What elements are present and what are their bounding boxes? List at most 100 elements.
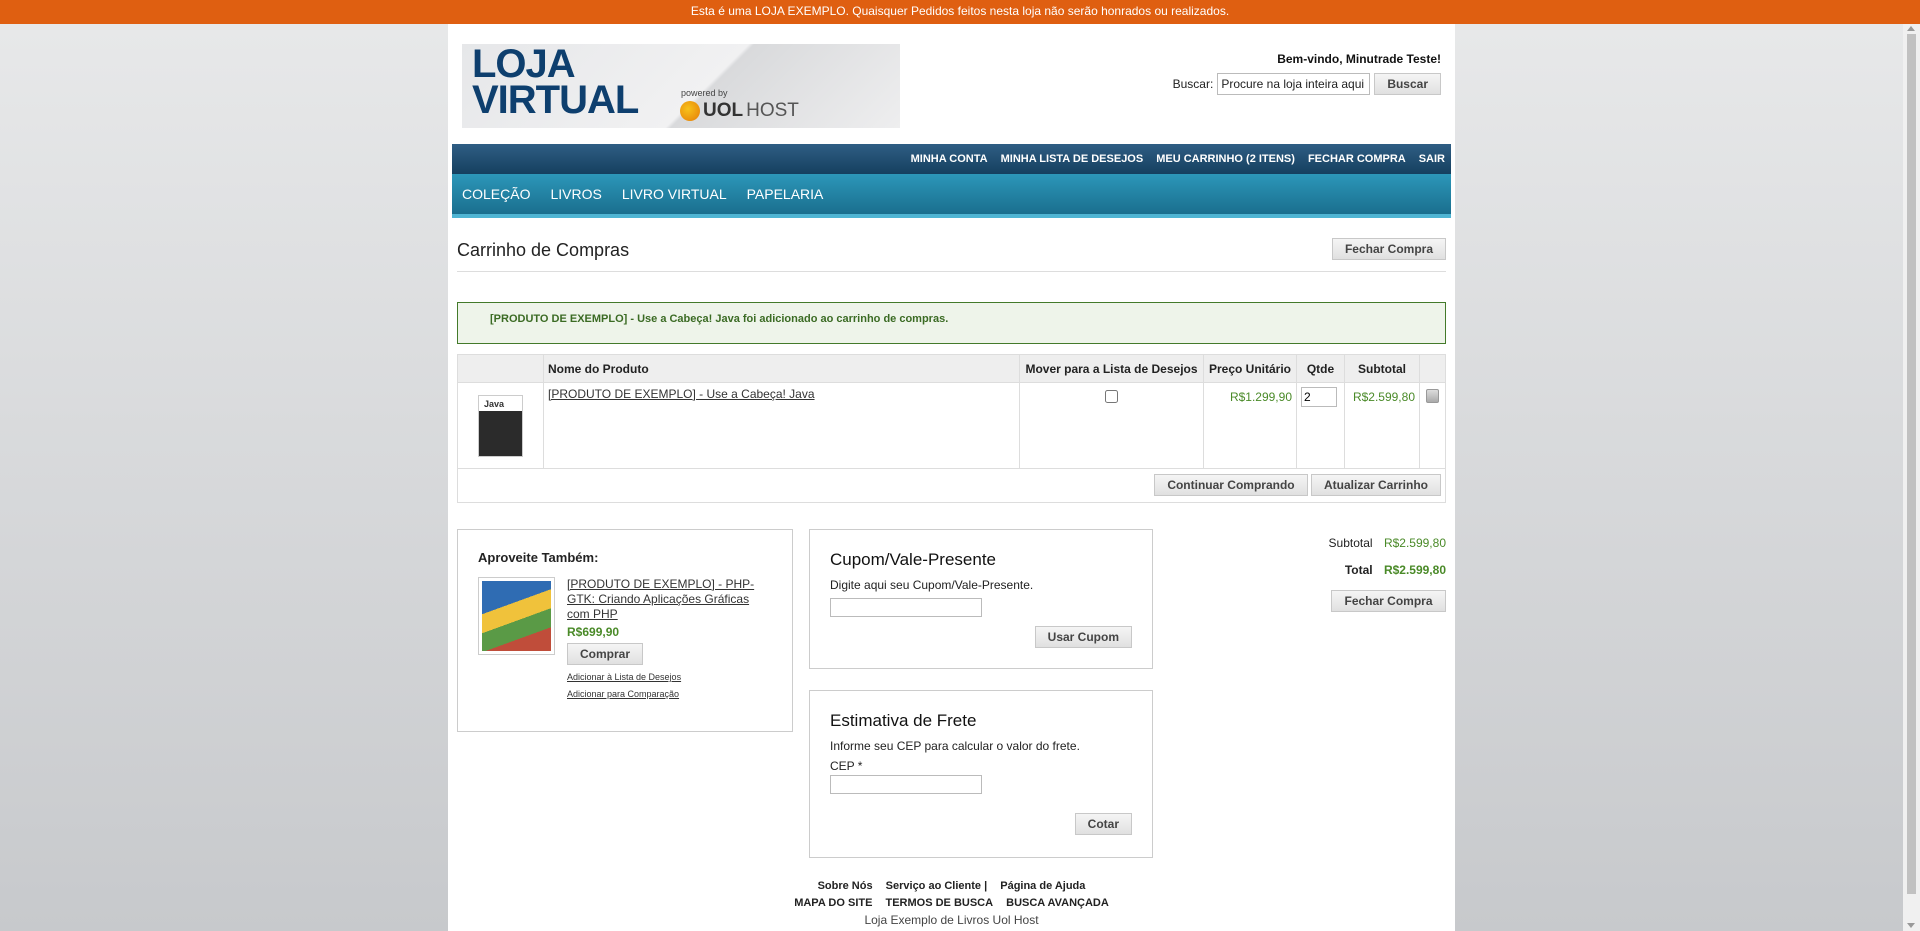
cross-sell-box: Aproveite Também: [PRODUTO DE EXEMPLO] -… (457, 529, 793, 732)
nav-livros[interactable]: LIVROS (550, 186, 601, 202)
header: LOJA VIRTUAL powered by UOL HOST Bem-vin… (448, 24, 1455, 144)
cep-input[interactable] (830, 775, 982, 794)
page-scrollbar[interactable] (1903, 24, 1920, 931)
category-nav: COLEÇÃO LIVROS LIVRO VIRTUAL PAPELARIA (452, 174, 1451, 218)
item-thumbnail-cell: Java (457, 382, 544, 469)
demo-store-notice: Esta é uma LOJA EXEMPLO. Quaisquer Pedid… (0, 0, 1920, 24)
footer-about[interactable]: Sobre Nós (818, 880, 873, 892)
cross-sell-title: Aproveite Também: (478, 550, 599, 565)
unit-price: R$1.299,90 (1203, 382, 1297, 469)
coupon-text: Digite aqui seu Cupom/Vale-Presente. (830, 578, 1034, 592)
nav-my-account[interactable]: MINHA CONTA (911, 153, 988, 165)
coupon-box: Cupom/Vale-Presente Digite aqui seu Cupo… (809, 529, 1153, 669)
welcome-message: Bem-vindo, Minutrade Teste! (1277, 52, 1441, 66)
shipping-title: Estimativa de Frete (830, 711, 977, 730)
nav-livro-virtual[interactable]: LIVRO VIRTUAL (622, 186, 727, 202)
shipping-estimate-box: Estimativa de Frete Informe seu CEP para… (809, 690, 1153, 858)
col-subtotal: Subtotal (1344, 354, 1420, 383)
col-image (457, 354, 544, 383)
cart-actions-row: Continuar Comprando Atualizar Carrinho (457, 468, 1446, 503)
nav-checkout[interactable]: FECHAR COMPRA (1308, 153, 1406, 165)
item-qty-cell (1296, 382, 1345, 469)
footer-links-2: MAPA DO SITE TERMOS DE BUSCA BUSCA AVANÇ… (448, 897, 1455, 909)
apply-coupon-button[interactable]: Usar Cupom (1034, 626, 1132, 648)
update-cart-button[interactable]: Atualizar Carrinho (1310, 474, 1441, 496)
trash-icon[interactable] (1426, 389, 1439, 403)
logo-line2: VIRTUAL (472, 78, 639, 122)
cart-title-row: Carrinho de Compras Fechar Compra (457, 238, 1446, 272)
host-label: HOST (746, 100, 799, 121)
item-wishlist-cell (1019, 382, 1204, 469)
uol-host-logo: UOL HOST (680, 100, 799, 122)
scroll-up-icon[interactable] (1907, 26, 1915, 31)
col-unit-price: Preço Unitário (1203, 354, 1297, 383)
footer-links-1: Sobre Nós Serviço ao Cliente | Página de… (448, 880, 1455, 892)
footer-advanced-search[interactable]: BUSCA AVANÇADA (1006, 897, 1109, 909)
checkout-button-bottom[interactable]: Fechar Compra (1331, 590, 1446, 612)
footer-copyright: Loja Exemplo de Livros Uol Host (864, 913, 1039, 927)
col-product-name: Nome do Produto (543, 354, 1020, 383)
cross-sell-product-link[interactable]: [PRODUTO DE EXEMPLO] - PHP-GTK: Criando … (567, 577, 772, 622)
cross-sell-thumbnail[interactable] (478, 577, 555, 655)
cep-label: CEP * (830, 759, 863, 773)
move-to-wishlist-checkbox[interactable] (1105, 390, 1118, 403)
cross-sell-details: [PRODUTO DE EXEMPLO] - PHP-GTK: Criando … (567, 577, 772, 699)
account-nav: MINHA CONTA MINHA LISTA DE DESEJOS MEU C… (452, 144, 1451, 174)
add-to-wishlist-link[interactable]: Adicionar à Lista de Desejos (567, 672, 772, 682)
thumbnail-label: Java (484, 399, 505, 409)
store-logo[interactable]: LOJA VIRTUAL powered by UOL HOST (462, 44, 900, 128)
subtotal-row: Subtotal R$2.599,80 (1246, 536, 1446, 550)
qty-input[interactable] (1301, 387, 1337, 407)
subtotal-label: Subtotal (1328, 536, 1373, 550)
search-form: Buscar: Buscar (1173, 73, 1441, 95)
cross-sell-price: R$699,90 (567, 625, 620, 639)
search-input[interactable] (1217, 73, 1371, 95)
total-row: Total R$2.599,80 (1246, 563, 1446, 577)
col-remove (1419, 354, 1446, 383)
checkout-button-top[interactable]: Fechar Compra (1331, 238, 1446, 260)
logo-powered-by: powered by (681, 88, 728, 98)
cart-item-row: Java [PRODUTO DE EXEMPLO] - Use a Cabeça… (457, 382, 1446, 469)
footer-search-terms[interactable]: TERMOS DE BUSCA (886, 897, 994, 909)
buy-button[interactable]: Comprar (567, 643, 644, 665)
nav-logout[interactable]: SAIR (1419, 153, 1445, 165)
product-thumbnail[interactable]: Java (478, 395, 523, 457)
uol-label: UOL (703, 100, 744, 121)
nav-papelaria[interactable]: PAPELARIA (747, 186, 824, 202)
product-link[interactable]: [PRODUTO DE EXEMPLO] - Use a Cabeça! Jav… (548, 387, 815, 401)
cross-sell-item: [PRODUTO DE EXEMPLO] - PHP-GTK: Criando … (478, 577, 772, 699)
subtotal-value: R$2.599,80 (1383, 536, 1446, 550)
footer-help[interactable]: Página de Ajuda (1000, 880, 1085, 892)
footer: Sobre Nós Serviço ao Cliente | Página de… (448, 880, 1455, 927)
success-message: [PRODUTO DE EXEMPLO] - Use a Cabeça! Jav… (457, 302, 1446, 344)
total-value: R$2.599,80 (1383, 563, 1446, 577)
nav-my-cart[interactable]: MEU CARRINHO (2 ITENS) (1156, 153, 1295, 165)
item-remove-cell (1419, 382, 1446, 469)
cart-header-row: Nome do Produto Mover para a Lista de De… (457, 354, 1446, 383)
cart-totals: Subtotal R$2.599,80 Total R$2.599,80 Fec… (1246, 536, 1446, 612)
continue-shopping-button[interactable]: Continuar Comprando (1154, 474, 1308, 496)
item-name-cell: [PRODUTO DE EXEMPLO] - Use a Cabeça! Jav… (543, 382, 1020, 469)
add-to-compare-link[interactable]: Adicionar para Comparação (567, 689, 772, 699)
search-button[interactable]: Buscar (1374, 73, 1441, 95)
footer-customer-service[interactable]: Serviço ao Cliente | (886, 880, 988, 892)
coupon-title: Cupom/Vale-Presente (830, 550, 996, 569)
cart-actions-cell: Continuar Comprando Atualizar Carrinho (457, 468, 1446, 503)
logo-text: LOJA VIRTUAL (472, 44, 639, 122)
logo-line1: LOJA (472, 44, 576, 86)
footer-sitemap[interactable]: MAPA DO SITE (794, 897, 872, 909)
search-label: Buscar: (1172, 77, 1214, 91)
coupon-input[interactable] (830, 598, 982, 617)
page-title: Carrinho de Compras (457, 240, 630, 260)
page-container: LOJA VIRTUAL powered by UOL HOST Bem-vin… (448, 24, 1455, 931)
item-subtotal: R$2.599,80 (1344, 382, 1420, 469)
nav-colecao[interactable]: COLEÇÃO (462, 186, 530, 202)
shipping-text: Informe seu CEP para calcular o valor do… (830, 739, 1080, 753)
scroll-down-icon[interactable] (1907, 923, 1915, 928)
total-label: Total (1344, 563, 1373, 577)
scroll-thumb[interactable] (1907, 34, 1916, 894)
uol-icon (680, 101, 700, 121)
nav-wishlist[interactable]: MINHA LISTA DE DESEJOS (1001, 153, 1144, 165)
quote-shipping-button[interactable]: Cotar (1074, 813, 1132, 835)
col-qty: Qtde (1296, 354, 1345, 383)
